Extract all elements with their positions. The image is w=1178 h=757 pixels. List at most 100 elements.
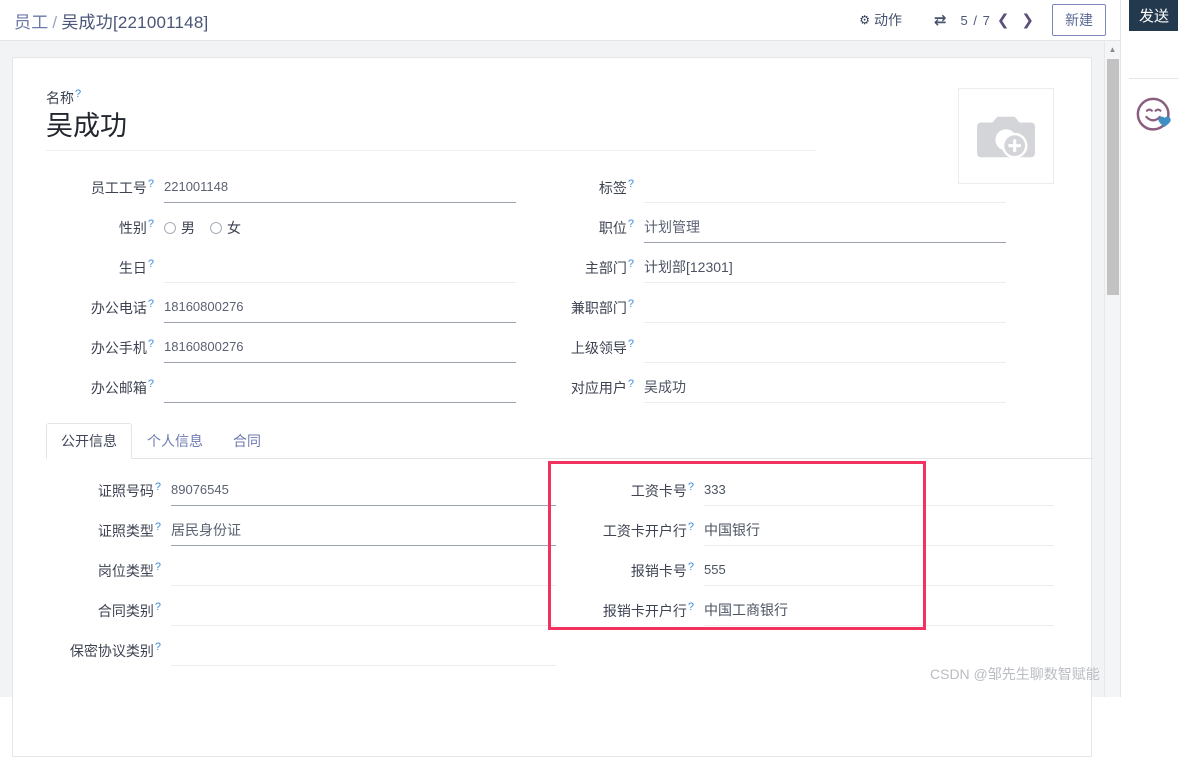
field-left-label-4: 办公手机? bbox=[46, 338, 164, 363]
field-left-value-2[interactable] bbox=[164, 259, 516, 283]
tabfield-right-value-2[interactable]: 555 bbox=[704, 561, 1054, 586]
field-left-value-0[interactable]: 221001148 bbox=[164, 178, 516, 203]
field-right-label-5: 对应用户? bbox=[536, 378, 644, 403]
field-label-text: 工资卡开户行 bbox=[602, 523, 687, 539]
field-label-text: 生日 bbox=[118, 260, 147, 276]
form-row: 证照号码? 89076545 bbox=[46, 466, 556, 506]
help-icon[interactable]: ? bbox=[628, 338, 634, 350]
help-icon[interactable]: ? bbox=[628, 218, 634, 230]
help-icon[interactable]: ? bbox=[148, 258, 154, 270]
pager-prev-icon[interactable]: ❮ bbox=[991, 11, 1016, 30]
form-row: 证照类型? 居民身份证 bbox=[46, 506, 556, 546]
help-icon[interactable]: ? bbox=[688, 561, 694, 573]
breadcrumb: 员工 / 吴成功[221001148] bbox=[14, 8, 208, 33]
breadcrumb-root[interactable]: 员工 bbox=[14, 13, 48, 32]
help-icon[interactable]: ? bbox=[688, 601, 694, 613]
name-field-value[interactable]: 吴成功 bbox=[46, 110, 816, 151]
field-left-value-3[interactable]: 18160800276 bbox=[164, 298, 516, 323]
help-icon[interactable]: ? bbox=[148, 298, 154, 310]
tab-1[interactable]: 个人信息 bbox=[132, 423, 218, 459]
help-icon[interactable]: ? bbox=[155, 641, 161, 653]
help-icon[interactable]: ? bbox=[155, 481, 161, 493]
field-left-value-4[interactable]: 18160800276 bbox=[164, 338, 516, 363]
help-icon[interactable]: ? bbox=[148, 178, 154, 190]
smiley-face-icon[interactable] bbox=[1135, 96, 1177, 138]
form-row: 办公邮箱? bbox=[46, 363, 516, 403]
help-icon[interactable]: ? bbox=[628, 298, 634, 310]
tabfield-left-value-4[interactable] bbox=[171, 642, 556, 666]
tabfield-right-value-1[interactable]: 中国银行 bbox=[704, 521, 1054, 546]
field-label-text: 证照号码 bbox=[97, 483, 154, 499]
right-side-panel: 发送 bbox=[1120, 0, 1178, 697]
tab-panel-public-info: 证照号码? 89076545 证照类型? 居民身份证 岗位类型? 合同类别? 保密协议类别?… bbox=[13, 466, 1093, 666]
radio-label-女[interactable]: 女 bbox=[227, 219, 241, 237]
radio-button-女[interactable] bbox=[210, 222, 222, 234]
tabfield-right-label-2: 报销卡号? bbox=[564, 561, 704, 586]
form-row: 办公电话? 18160800276 bbox=[46, 283, 516, 323]
field-left-label-2: 生日? bbox=[46, 258, 164, 283]
field-right-value-4[interactable] bbox=[644, 339, 1006, 363]
radio-label-男[interactable]: 男 bbox=[181, 219, 195, 237]
help-icon[interactable]: ? bbox=[628, 378, 634, 390]
panel-divider bbox=[1129, 78, 1178, 79]
help-icon[interactable]: ? bbox=[155, 601, 161, 613]
tabfield-left-value-1[interactable]: 居民身份证 bbox=[171, 521, 556, 546]
tabfield-left-label-2: 岗位类型? bbox=[46, 561, 171, 586]
tab-column-left: 证照号码? 89076545 证照类型? 居民身份证 岗位类型? 合同类别? 保密协议类别? bbox=[46, 466, 556, 666]
field-right-label-2: 主部门? bbox=[536, 258, 644, 283]
tabfield-left-value-3[interactable] bbox=[171, 602, 556, 626]
help-icon[interactable]: ? bbox=[148, 338, 154, 350]
field-label-text: 主部门 bbox=[584, 260, 627, 276]
field-right-value-5[interactable]: 吴成功 bbox=[644, 378, 1006, 403]
field-right-value-3[interactable] bbox=[644, 299, 1006, 323]
field-label-text: 工资卡号 bbox=[630, 483, 687, 499]
help-icon[interactable]: ? bbox=[155, 521, 161, 533]
field-left-label-0: 员工工号? bbox=[46, 178, 164, 203]
field-right-label-1: 职位? bbox=[536, 218, 644, 243]
help-icon[interactable]: ? bbox=[75, 88, 81, 100]
help-icon[interactable]: ? bbox=[628, 178, 634, 190]
field-label-text: 报销卡号 bbox=[630, 563, 687, 579]
field-label-text: 办公邮箱 bbox=[90, 380, 147, 396]
record-pager: 5 / 7 bbox=[960, 12, 991, 28]
field-label-text: 报销卡开户行 bbox=[602, 603, 687, 619]
camera-add-photo-icon bbox=[977, 116, 1035, 159]
tabfield-right-label-0: 工资卡号? bbox=[564, 481, 704, 506]
radio-button-男[interactable] bbox=[164, 222, 176, 234]
pager-next-icon[interactable]: ❯ bbox=[1015, 11, 1040, 30]
help-icon[interactable]: ? bbox=[148, 378, 154, 390]
scroll-up-arrow-icon[interactable]: ▲ bbox=[1105, 41, 1120, 57]
field-right-value-0[interactable] bbox=[644, 179, 1006, 203]
help-icon[interactable]: ? bbox=[688, 481, 694, 493]
field-label-text: 职位 bbox=[598, 220, 627, 236]
help-icon[interactable]: ? bbox=[628, 258, 634, 270]
tabfield-right-value-0[interactable]: 333 bbox=[704, 481, 1054, 506]
tab-0[interactable]: 公开信息 bbox=[46, 423, 132, 459]
action-menu-button[interactable]: ⚙ 动作 bbox=[849, 6, 912, 34]
field-label-text: 岗位类型 bbox=[97, 563, 154, 579]
toolbar-actions: ⚙ 动作 ⇄ 5 / 7 ❮ ❯ 新建 bbox=[849, 4, 1120, 36]
form-row: 兼职部门? bbox=[536, 283, 1006, 323]
tabfield-left-value-2[interactable] bbox=[171, 562, 556, 586]
field-label-text: 对应用户 bbox=[570, 380, 627, 396]
field-label-text: 办公手机 bbox=[90, 340, 147, 356]
help-icon[interactable]: ? bbox=[155, 561, 161, 573]
field-left-label-1: 性别? bbox=[46, 218, 164, 243]
scrollbar-thumb[interactable] bbox=[1107, 59, 1119, 295]
field-left-value-5[interactable] bbox=[164, 379, 516, 403]
new-record-button[interactable]: 新建 bbox=[1052, 4, 1106, 36]
help-icon[interactable]: ? bbox=[148, 218, 154, 230]
send-button[interactable]: 发送 bbox=[1129, 0, 1178, 31]
form-row: 办公手机? 18160800276 bbox=[46, 323, 516, 363]
name-field-label: 名称? bbox=[46, 88, 82, 106]
vertical-scrollbar[interactable]: ▲ bbox=[1104, 41, 1120, 697]
help-icon[interactable]: ? bbox=[688, 521, 694, 533]
tabfield-right-value-3[interactable]: 中国工商银行 bbox=[704, 601, 1054, 626]
refresh-icon[interactable]: ⇄ bbox=[934, 13, 947, 28]
tab-2[interactable]: 合同 bbox=[218, 423, 276, 459]
field-right-value-2[interactable]: 计划部[12301] bbox=[644, 258, 1006, 283]
form-row: 主部门? 计划部[12301] bbox=[536, 243, 1006, 283]
field-right-value-1[interactable]: 计划管理 bbox=[644, 218, 1006, 243]
tabfield-left-value-0[interactable]: 89076545 bbox=[171, 481, 556, 506]
form-row: 合同类别? bbox=[46, 586, 556, 626]
